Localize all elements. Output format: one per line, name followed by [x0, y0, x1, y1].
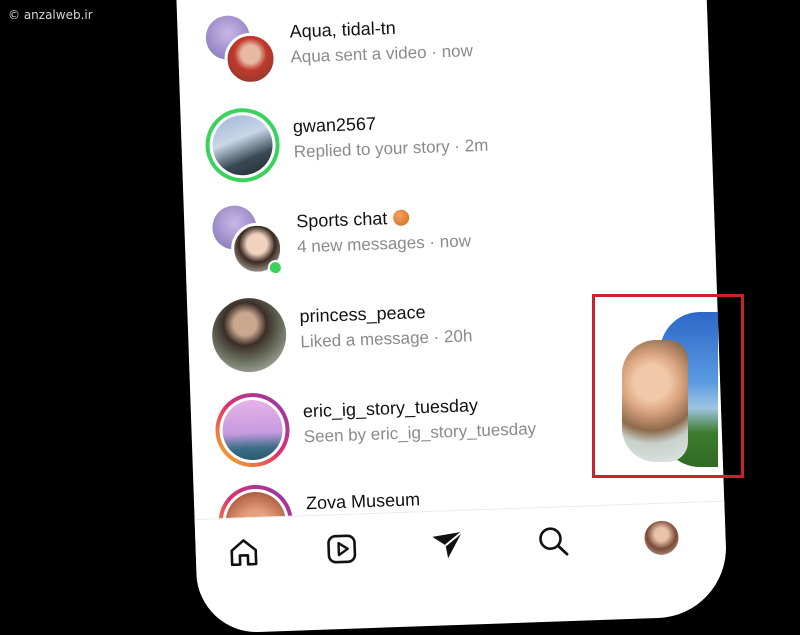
avatar [210, 296, 288, 374]
story-avatar[interactable] [204, 106, 281, 184]
thread-subtitle: Aqua sent a video · now [290, 41, 474, 67]
story-avatar[interactable] [214, 391, 291, 469]
thread-subtitle: Replied to your story · 2m [293, 135, 489, 162]
story-ring [204, 106, 281, 184]
reels-icon [327, 534, 357, 564]
thread-name: princess_peace [299, 301, 426, 327]
story-ring [214, 391, 291, 469]
group-avatar [208, 202, 285, 279]
search-tab[interactable] [533, 521, 574, 562]
thread-name: Aqua, tidal-tn [289, 17, 396, 42]
thread-subtitle: 4 new messages · now [296, 231, 472, 257]
thread-row[interactable]: Sports chat 4 new messages · now [183, 181, 716, 289]
home-tab[interactable] [223, 532, 264, 573]
avatar-plain [210, 296, 288, 374]
home-icon [230, 539, 258, 567]
search-icon [539, 527, 569, 556]
thread-row[interactable]: Aqua, tidal-tn Aqua sent a video · now [177, 0, 710, 99]
thread-name: eric_ig_story_tuesday [302, 395, 479, 422]
thread-row[interactable]: gwan2567 Replied to your story · 2m [180, 86, 713, 194]
thread-name: Zova Museum [305, 489, 421, 514]
avatar [211, 114, 274, 177]
thread-name: gwan2567 [292, 113, 377, 137]
reels-tab[interactable] [321, 528, 362, 569]
basketball-icon [392, 209, 410, 226]
online-indicator [267, 259, 284, 276]
thread-subtitle: Liked a message · 20h [300, 326, 473, 352]
avatar [223, 31, 278, 86]
avatar [221, 399, 284, 462]
profile-avatar [643, 520, 680, 556]
thread-name: Sports chat [296, 207, 410, 232]
messages-tab[interactable] [427, 525, 468, 566]
thread-subtitle: Seen by eric_ig_story_tuesday [303, 419, 537, 447]
messages-icon [432, 531, 463, 559]
thread-list: Aqua, tidal-tn Aqua sent a video · now g… [177, 0, 707, 561]
profile-tab[interactable] [641, 517, 682, 558]
watermark: © anzalweb.ir [8, 8, 93, 22]
group-avatar [201, 12, 278, 89]
highlight-box [592, 294, 744, 478]
